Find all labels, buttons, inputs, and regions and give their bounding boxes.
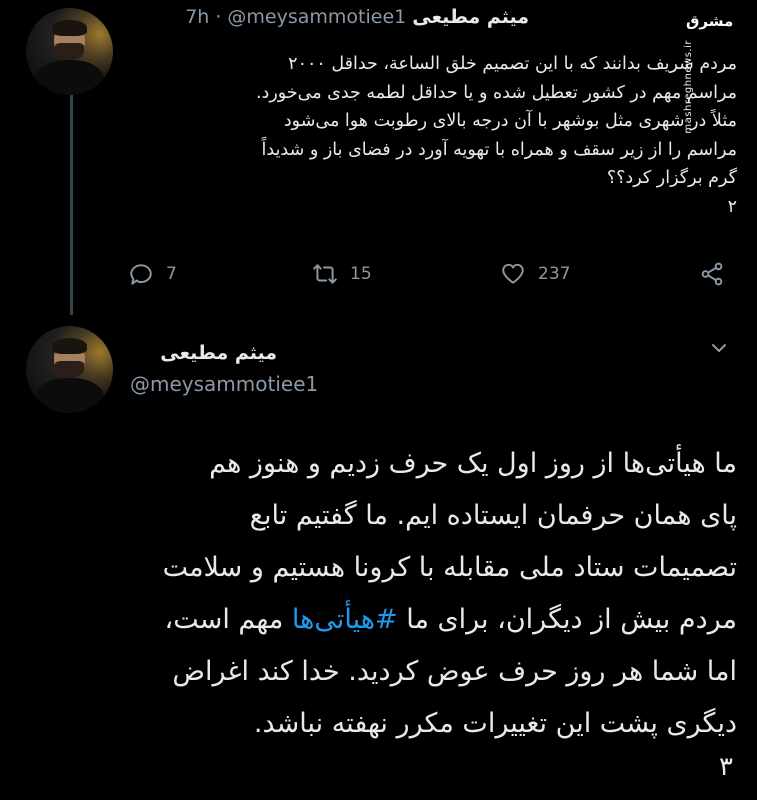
tweet-line: مردم شریف بدانند که با این تصمیم خلق الس… — [288, 54, 737, 74]
tweet-line: مثلاً در شهری مثل بوشهر با آن درجه بالای… — [283, 111, 737, 131]
reply-icon — [130, 264, 152, 285]
display-name[interactable]: میثم مطیعی — [412, 6, 529, 28]
tweet-actions: 7 15 237 — [128, 259, 733, 293]
retweet-button[interactable]: 15 — [312, 261, 372, 287]
thread-number: ۳ — [719, 752, 733, 782]
tweet-line: مراسم مهم در کشور تعطیل شده و یا حداقل ل… — [255, 82, 737, 103]
retweet-count: 15 — [350, 264, 372, 284]
tweet-line: مردم بیش از دیگران، برای ما #هیأتی‌ها مه… — [22, 594, 738, 646]
hashtag-link[interactable]: #هیأتی‌ها — [292, 604, 398, 635]
tweet-line: دیگری پشت این تغییرات مکرر نهفته نباشد. — [253, 708, 737, 739]
like-button[interactable]: 237 — [500, 261, 570, 287]
avatar[interactable] — [26, 326, 113, 413]
tweet-line: تصمیمات ستاد ملی مقابله با کرونا هستیم و… — [162, 552, 737, 583]
chevron-down-icon[interactable] — [707, 336, 731, 360]
tweet-time[interactable]: 7h — [185, 6, 209, 28]
heart-icon — [502, 263, 524, 284]
thread-connector — [70, 93, 73, 315]
reply-count: 7 — [166, 264, 177, 284]
display-name[interactable]: میثم مطیعی — [160, 342, 277, 364]
watermark-logo: مشرق — [686, 12, 734, 30]
tweet-text-segment: مردم بیش از دیگران، برای ما — [397, 604, 737, 635]
header-separator: · — [215, 6, 222, 28]
thread-number: ۲ — [727, 196, 737, 217]
reply-button[interactable]: 7 — [128, 261, 177, 287]
tweet-line: مراسم را از زیر سقف و همراه با تهویه آور… — [261, 139, 737, 160]
like-count: 237 — [538, 264, 571, 284]
user-handle[interactable]: @meysammotiee1 — [227, 6, 406, 28]
tweet-line: گرم برگزار کرد؟؟ — [606, 168, 737, 188]
tweet-text-segment: مهم است، — [164, 604, 292, 635]
tweet-text: مردم شریف بدانند که با این تصمیم خلق الس… — [137, 50, 737, 221]
user-handle[interactable]: @meysammotiee1 — [130, 372, 318, 396]
share-button[interactable] — [699, 261, 725, 287]
tweet-line: ما هیأتی‌ها از روز اول یک حرف زدیم و هنو… — [209, 448, 737, 479]
tweet-line: پای همان حرفمان ایستاده ایم. ما گفتیم تا… — [249, 500, 737, 531]
retweet-icon — [313, 264, 337, 284]
tweet-header: 7h · @meysammotiee1 میثم مطیعی — [185, 6, 529, 28]
share-icon — [701, 262, 723, 286]
tweet-text: ما هیأتی‌ها از روز اول یک حرف زدیم و هنو… — [22, 438, 737, 750]
tweet-line: اما شما هر روز حرف عوض کردید. خدا کند اغ… — [172, 656, 737, 687]
avatar[interactable] — [26, 8, 113, 95]
